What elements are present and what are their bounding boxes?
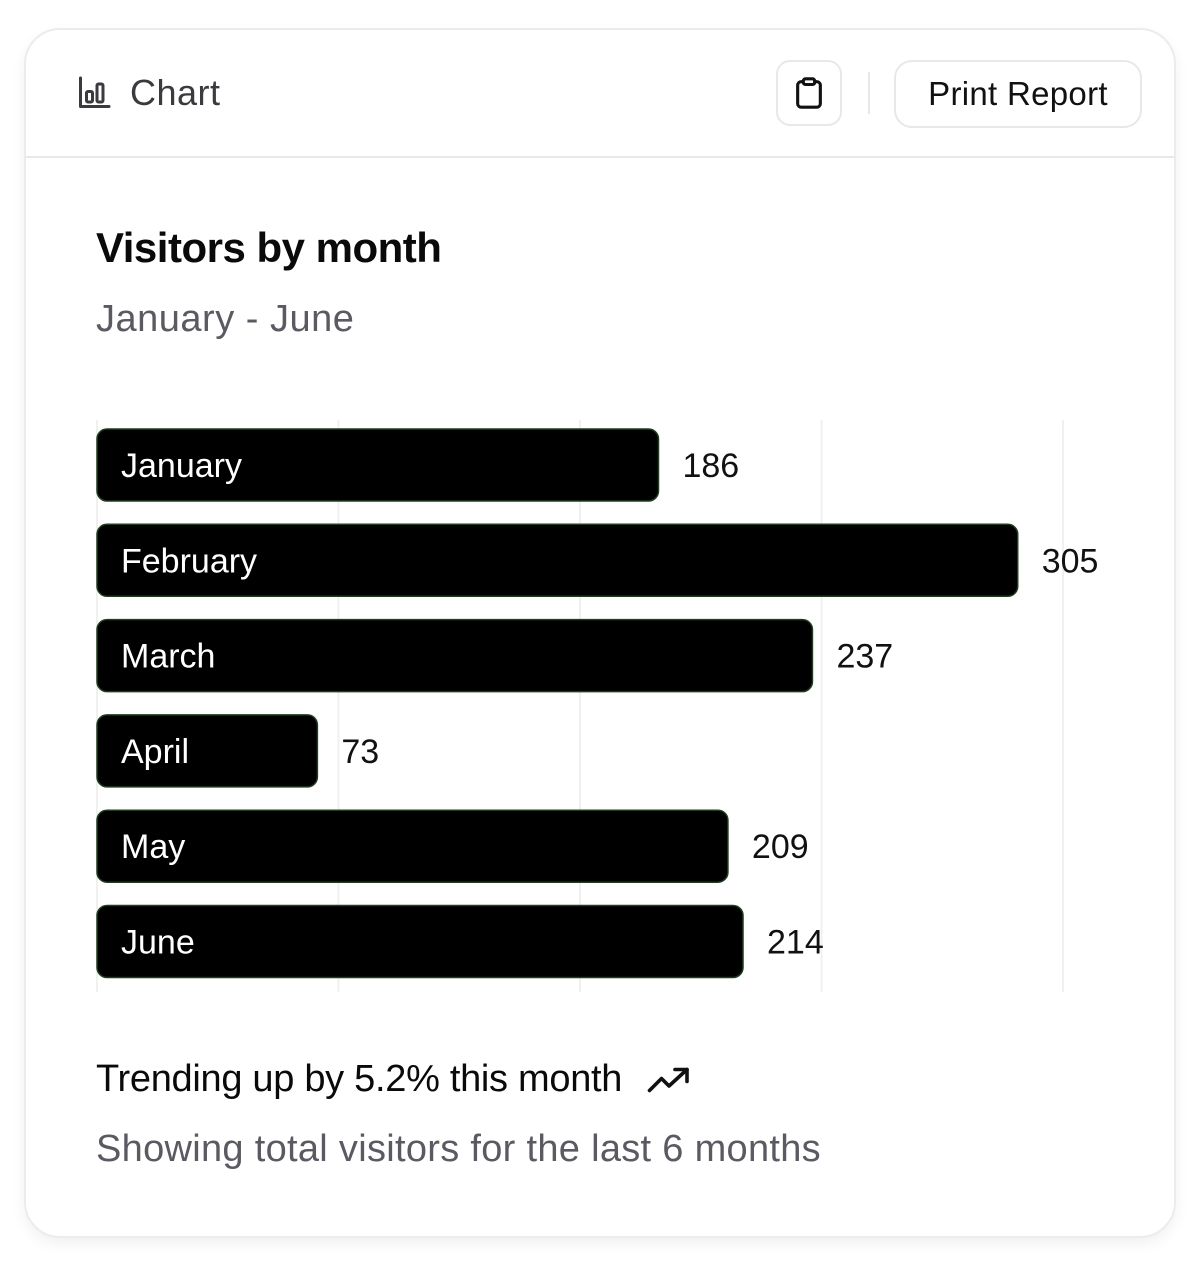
chart-card: Chart Print Report Visitors by month Jan… xyxy=(24,28,1176,1238)
chart-title: Visitors by month xyxy=(96,224,442,271)
bar-value-label: 186 xyxy=(682,447,739,485)
bar-value-label: 73 xyxy=(341,733,379,771)
copy-button[interactable] xyxy=(776,60,842,126)
bar-may[interactable] xyxy=(96,809,729,883)
bar-chart-icon xyxy=(79,76,111,108)
footer-note: Showing total visitors for the last 6 mo… xyxy=(96,1128,821,1170)
clipboard-icon xyxy=(796,77,822,109)
bar-april[interactable] xyxy=(96,714,319,788)
bar-value-label: 214 xyxy=(767,924,824,962)
bar-value-label: 237 xyxy=(836,638,893,676)
bar-chart: January 186February 305March 237April 73May 2… xyxy=(96,420,1099,992)
trend-summary: Trending up by 5.2% this month xyxy=(96,1058,692,1101)
bar-january[interactable] xyxy=(96,428,660,502)
header-title-text: Chart xyxy=(130,72,221,113)
header-divider xyxy=(868,72,870,114)
chart-subtitle: January - June xyxy=(96,298,355,340)
card-header: Chart Print Report xyxy=(26,30,1174,158)
bar-value-label: 209 xyxy=(752,828,809,866)
bar-value-label: 305 xyxy=(1042,542,1099,580)
header-title: Chart xyxy=(76,72,221,114)
bar-march[interactable] xyxy=(96,618,814,693)
bar-february[interactable] xyxy=(96,523,1019,598)
bar-june[interactable] xyxy=(96,904,744,979)
print-report-button[interactable]: Print Report xyxy=(894,60,1142,128)
trend-text: Trending up by 5.2% this month xyxy=(96,1058,623,1100)
trending-up-icon xyxy=(647,1067,689,1092)
